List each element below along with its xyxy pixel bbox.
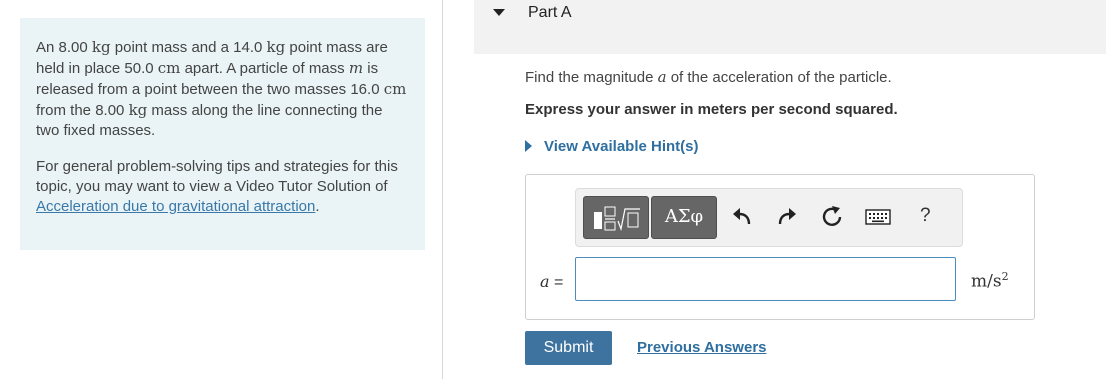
- answer-variable: a: [540, 272, 550, 291]
- mass-3-unit: kg: [128, 101, 148, 119]
- submit-button[interactable]: Submit: [525, 331, 612, 365]
- part-title: Part A: [528, 4, 572, 21]
- unit-exponent: 2: [1001, 270, 1009, 283]
- view-hints-toggle[interactable]: View Available Hint(s): [525, 138, 699, 155]
- tutor-period: .: [315, 198, 320, 215]
- problem-text: point mass and a: [110, 39, 234, 56]
- answer-instruction: Express your answer in meters per second…: [525, 101, 898, 118]
- greek-symbols-button[interactable]: ΑΣφ: [651, 196, 717, 239]
- mass-2-unit: kg: [266, 38, 286, 56]
- equals-sign: =: [549, 274, 564, 291]
- question-variable: a: [657, 68, 667, 86]
- undo-icon[interactable]: [731, 206, 753, 228]
- templates-icon: [594, 206, 640, 232]
- help-icon[interactable]: ?: [920, 205, 931, 227]
- collapse-caret-icon[interactable]: [493, 9, 505, 16]
- problem-paragraph: An 8.00 kg point mass and a 14.0 kg poin…: [36, 37, 408, 141]
- unit-base: m/s: [971, 271, 1002, 292]
- tutor-paragraph: For general problem-solving tips and str…: [36, 157, 408, 217]
- problem-statement: An 8.00 kg point mass and a 14.0 kg poin…: [36, 37, 408, 217]
- expand-caret-icon: [525, 139, 532, 152]
- problem-text: apart. A particle of mass: [180, 60, 349, 77]
- problem-text: An: [36, 39, 59, 56]
- separation-value: 50.0: [124, 60, 154, 77]
- problem-panel: An 8.00 kg point mass and a 14.0 kg poin…: [20, 18, 425, 250]
- greek-symbols-icon: ΑΣφ: [664, 206, 704, 227]
- question-suffix: of the acceleration of the particle.: [666, 69, 892, 86]
- question-text: Find the magnitude a of the acceleration…: [525, 68, 892, 86]
- answer-unit: m/s2: [971, 270, 1009, 292]
- mass-2-value: 14.0: [233, 39, 263, 56]
- keyboard-icon[interactable]: [865, 209, 891, 225]
- distance-unit: cm: [383, 80, 407, 98]
- math-toolbar: ΑΣφ ?: [575, 188, 963, 247]
- previous-answers-link[interactable]: Previous Answers: [637, 339, 767, 356]
- templates-button[interactable]: [583, 196, 649, 239]
- answer-variable-label: a =: [540, 272, 563, 292]
- mass-1-unit: kg: [91, 38, 111, 56]
- tutor-text: For general problem-solving tips and str…: [36, 158, 398, 195]
- answer-input[interactable]: [575, 257, 956, 301]
- hints-label: View Available Hint(s): [544, 138, 699, 155]
- question-prefix: Find the magnitude: [525, 69, 658, 86]
- reset-icon[interactable]: [820, 205, 844, 229]
- mass-3-value: 8.00: [95, 102, 125, 119]
- vertical-divider: [442, 0, 443, 379]
- separation-unit: cm: [157, 59, 181, 77]
- answer-box: ΑΣφ ? a = m/s2: [525, 174, 1035, 320]
- mass-variable: m: [348, 59, 364, 77]
- distance-value: 16.0: [350, 81, 380, 98]
- mass-1-value: 8.00: [58, 39, 88, 56]
- video-tutor-link[interactable]: Acceleration due to gravitational attrac…: [36, 198, 315, 215]
- part-header[interactable]: Part A: [474, 0, 1106, 54]
- redo-icon[interactable]: [776, 206, 798, 228]
- problem-text: from the: [36, 102, 96, 119]
